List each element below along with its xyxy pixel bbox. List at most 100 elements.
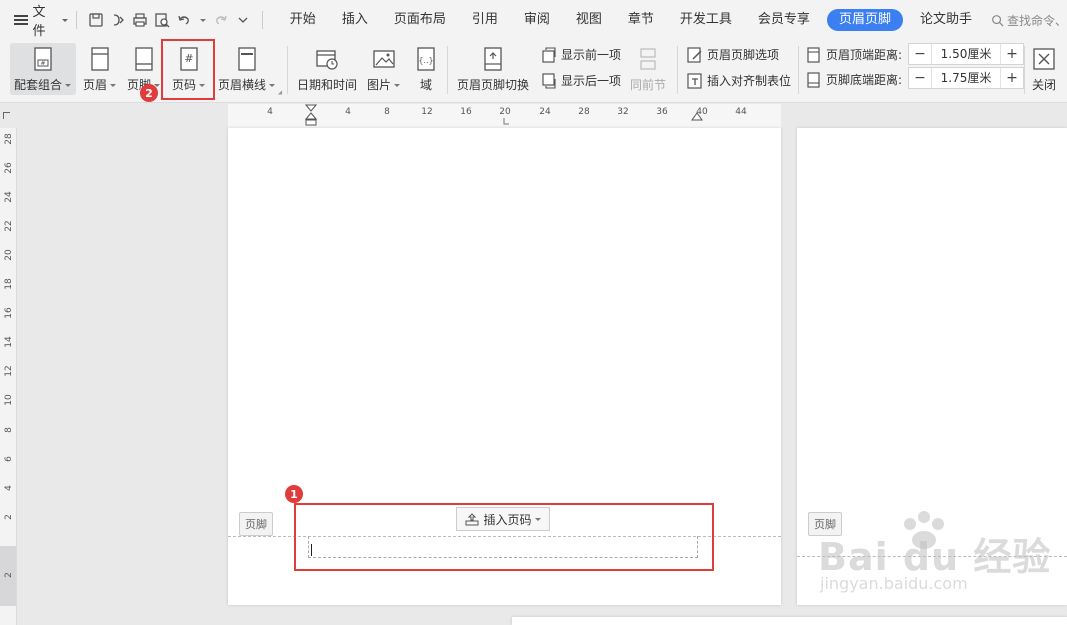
header-footer-options-button[interactable]: 页眉页脚选项 <box>687 46 779 63</box>
datetime-button[interactable]: 日期和时间 <box>297 42 357 93</box>
chevron-down-icon <box>269 84 276 87</box>
ribbon: # 配套组合 页眉 页脚 # 页码 页眉横线 日期和时间 图片 {..} 域 页… <box>0 39 1067 103</box>
header-button[interactable]: 页眉 <box>83 42 117 93</box>
header-top-distance-label: 页眉顶端距离: <box>806 46 902 63</box>
show-previous-label: 显示前一项 <box>561 48 622 62</box>
decrement-button[interactable]: − <box>909 68 931 88</box>
show-previous-button[interactable]: 显示前一项 <box>541 46 621 63</box>
footer-bottom-distance-stepper[interactable]: − 1.75厘米 + <box>908 67 1024 89</box>
ruler-label: 16 <box>460 107 472 117</box>
datetime-label: 日期和时间 <box>297 78 358 92</box>
ruler-label: 10 <box>4 394 14 406</box>
divider <box>287 46 288 94</box>
header-distance-icon <box>807 46 820 63</box>
tab-references[interactable]: 引用 <box>459 6 511 34</box>
customize-toolbar-icon[interactable] <box>232 8 254 32</box>
file-menu[interactable]: 文件 <box>0 0 68 40</box>
indent-marker-icon[interactable] <box>305 104 317 126</box>
same-as-previous-button[interactable]: 同前节 <box>630 42 666 93</box>
tab-marker-icon[interactable] <box>499 118 509 126</box>
annotation-box-page-number <box>161 39 215 100</box>
combo-button[interactable]: # 配套组合 <box>14 42 72 93</box>
options-icon <box>687 46 703 63</box>
header-line-button[interactable]: 页眉横线 <box>218 42 276 93</box>
divider <box>447 46 448 94</box>
close-header-footer-button[interactable]: 关闭 <box>1032 42 1056 93</box>
print-icon[interactable] <box>129 8 151 32</box>
redo-icon[interactable] <box>210 8 232 32</box>
export-icon[interactable] <box>107 8 129 32</box>
tab-home[interactable]: 开始 <box>277 6 329 34</box>
field-label: 域 <box>419 78 432 92</box>
ruler-label: 20 <box>499 107 511 117</box>
ruler-label: 4 <box>4 485 14 491</box>
footer-icon <box>132 46 156 72</box>
tab-thesis-assistant[interactable]: 论文助手 <box>907 6 985 34</box>
watermark-text: Bai du 经验 <box>818 535 1052 579</box>
same-as-previous-label: 同前节 <box>630 78 667 92</box>
command-search[interactable]: 查找命令、 <box>991 12 1067 29</box>
tab-section[interactable]: 章节 <box>615 6 667 34</box>
show-next-button[interactable]: 显示后一项 <box>541 72 621 89</box>
ruler-label: 28 <box>4 133 14 145</box>
picture-button[interactable]: 图片 <box>367 42 401 93</box>
baidu-watermark: Bai du 经验 jingyan.baidu.com <box>818 510 1050 600</box>
print-preview-icon[interactable] <box>151 8 173 32</box>
field-icon: {..} <box>414 46 438 72</box>
ruler-label: 20 <box>4 249 14 261</box>
ruler-label: 24 <box>539 107 551 117</box>
header-line-label: 页眉横线 <box>218 78 267 92</box>
svg-text:{..}: {..} <box>418 56 433 65</box>
tab-view[interactable]: 视图 <box>563 6 615 34</box>
tab-stop-icon <box>687 72 703 89</box>
field-button[interactable]: {..} 域 <box>414 42 438 93</box>
tab-member[interactable]: 会员专享 <box>745 6 823 34</box>
undo-icon[interactable] <box>173 8 195 32</box>
header-top-distance-stepper[interactable]: − 1.50厘米 + <box>908 43 1024 65</box>
same-as-previous-icon <box>636 46 660 72</box>
decrement-button[interactable]: − <box>909 44 931 64</box>
insert-tab-stop-button[interactable]: 插入对齐制表位 <box>687 72 791 89</box>
increment-button[interactable]: + <box>1001 68 1023 88</box>
combo-icon: # <box>31 46 55 72</box>
right-indent-marker-icon[interactable] <box>691 112 703 126</box>
ruler-label: 8 <box>4 427 14 433</box>
footer-tag: 页脚 <box>239 512 273 536</box>
switch-label: 页眉页脚切换 <box>457 78 530 92</box>
tab-developer[interactable]: 开发工具 <box>667 6 745 34</box>
ruler-label: 14 <box>4 336 14 348</box>
picture-label: 图片 <box>367 78 392 92</box>
close-label: 关闭 <box>1032 78 1057 92</box>
footer-bottom-distance-input[interactable]: 1.75厘米 <box>931 68 1001 88</box>
tab-selector-icon[interactable] <box>3 112 10 119</box>
tab-insert[interactable]: 插入 <box>329 6 381 34</box>
document-page-3[interactable] <box>512 617 1067 625</box>
ruler-label: 44 <box>735 107 747 117</box>
menu-bar: 文件 开始 插入 页面布局 引用 审阅 视图 章节 开发工具 会员专享 页眉页脚… <box>0 0 1067 40</box>
ruler-label: 12 <box>4 365 14 377</box>
header-top-distance-input[interactable]: 1.50厘米 <box>931 44 1001 64</box>
show-next-label: 显示后一项 <box>561 74 622 88</box>
annotation-badge-2: 2 <box>140 84 158 102</box>
save-icon[interactable] <box>85 8 107 32</box>
tab-header-footer[interactable]: 页眉页脚 <box>826 9 903 31</box>
footer-bottom-label-text: 页脚底端距离: <box>826 73 903 87</box>
svg-text:#: # <box>40 60 45 67</box>
tab-review[interactable]: 审阅 <box>511 6 563 34</box>
ruler-label: 22 <box>4 220 14 232</box>
ribbon-tabs: 开始 插入 页面布局 引用 审阅 视图 章节 开发工具 会员专享 页眉页脚 论文… <box>277 6 985 34</box>
close-icon <box>1032 46 1056 72</box>
divider <box>75 11 77 29</box>
ruler-label: 18 <box>4 278 14 290</box>
header-footer-switch-button[interactable]: 页眉页脚切换 <box>457 42 529 93</box>
group-expand-icon[interactable] <box>277 90 285 97</box>
ruler-label: 26 <box>4 162 14 174</box>
chevron-down-icon <box>65 84 72 87</box>
picture-icon <box>372 46 396 72</box>
ruler-label: 6 <box>4 456 14 462</box>
ruler-label: 28 <box>578 107 590 117</box>
header-label: 页眉 <box>83 78 108 92</box>
increment-button[interactable]: + <box>1001 44 1023 64</box>
undo-dropdown-icon[interactable] <box>199 18 206 22</box>
tab-page-layout[interactable]: 页面布局 <box>381 6 459 34</box>
